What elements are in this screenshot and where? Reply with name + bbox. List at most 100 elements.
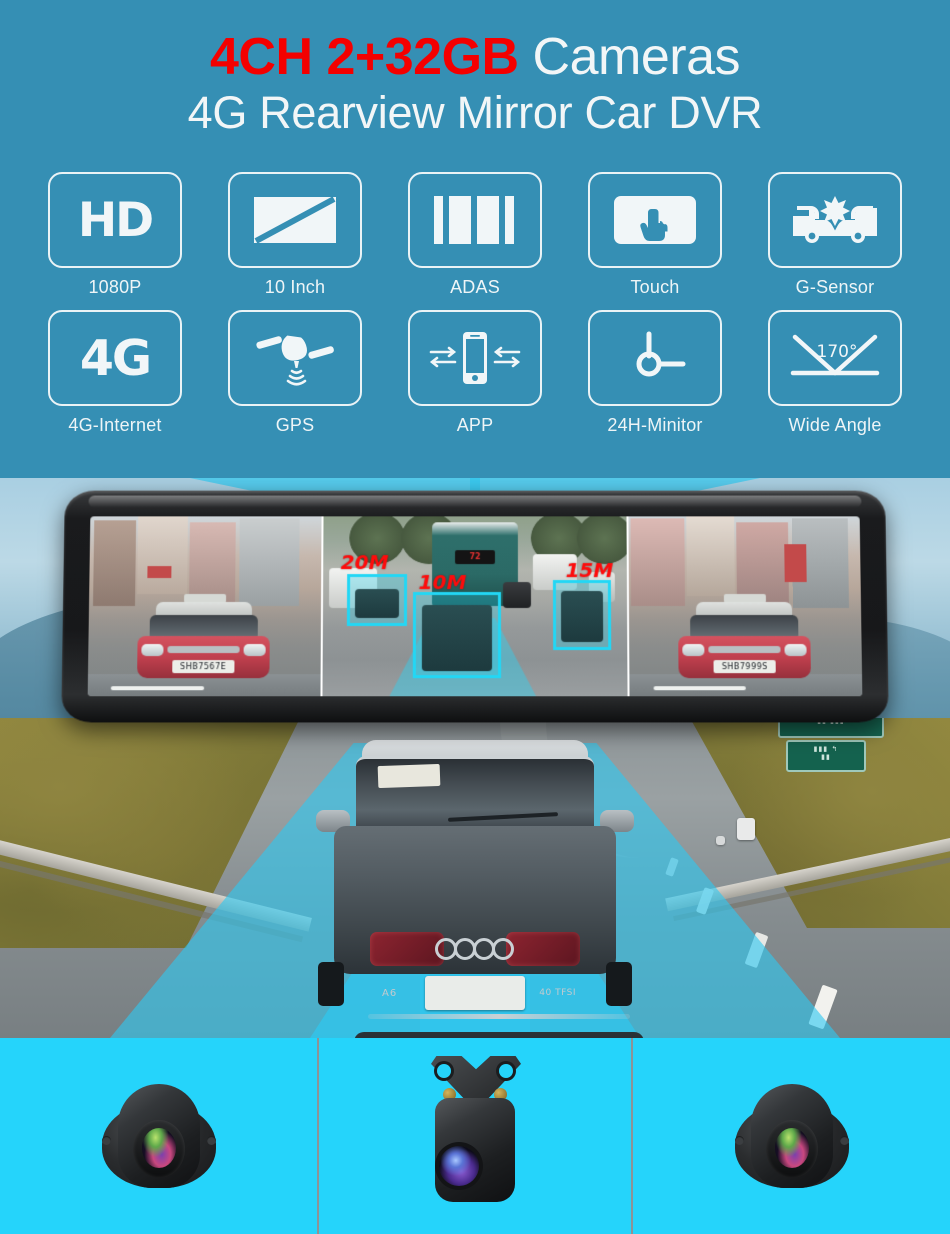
camera-housing [435,1098,515,1202]
touch-hand-icon [614,196,696,244]
grille [167,646,240,654]
headlight-right [784,644,807,657]
feature-label: Wide Angle [788,415,882,435]
feature-label: 24H-Minitor [607,415,703,435]
feature-icon-box: 4G [48,310,182,406]
feature-row-2: 4G 4G-Internet GPS APP 24H-Minitor 170° … [0,310,950,436]
bus-route-number: 72 [469,552,481,562]
satellite-icon [256,331,334,386]
highway-sign-lower: ▮▮▮ ↰ ▮▮ [786,740,866,772]
header-section: 4CH 2+32GB Cameras 4G Rearview Mirror Ca… [0,0,950,478]
feature-icon-box [408,310,542,406]
signage [784,544,808,583]
license-plate [425,976,525,1010]
wide-angle-value: 170° [817,342,858,362]
building [686,516,736,597]
rear-camera-with-bracket [415,1056,535,1216]
vehicle-model-badge: A6 [382,988,398,999]
adas-center-camera-view[interactable]: 72 20M 10M 15M [320,516,630,697]
right-side-camera-panel [633,1038,950,1234]
feature-grid: HD 1080P 10 Inch ADAS Touch G-Sensor 4G … [0,172,950,436]
camera-housing [750,1084,833,1188]
feature-icon-box [228,172,362,268]
vehicle-body: A6 40 TFSI [334,826,644,1038]
wheel-right [606,962,632,1006]
detection-box-20m [346,574,407,627]
mirror-and-road-section: ▮▮ ▮▮▮ ▮▮▮ ↰▮▮ [0,478,950,1038]
mount-screw-hole-left [101,1136,111,1145]
feature-item-touch: Touch [565,172,745,298]
camera-lens [141,1128,176,1168]
vehicle-audi-rear-view: A6 40 TFSI [310,740,644,1038]
right-side-camera [729,1076,855,1196]
bracket-hole-left [437,1064,451,1078]
mount-screw-hole-right [206,1136,216,1145]
adas-distance-label-20m: 20M [340,550,389,575]
feature-row-1: HD 1080P 10 Inch ADAS Touch G-Sensor [0,172,950,298]
headlight-right [243,644,266,657]
rear-camera-panel [317,1038,633,1234]
license-plate-right-view: SHB7999S [713,660,776,674]
detection-box-15m [553,580,612,651]
rearview-mirror-dvr-device: SHB7567E 72 20M 10M 15M SHB7999S [61,490,889,723]
distant-vehicle [716,836,725,845]
hd-icon: HD [77,192,154,248]
camera-housing [117,1084,200,1188]
tracked-vehicle [421,605,492,672]
feature-item-10inch: 10 Inch [205,172,385,298]
feature-label: 1080P [88,277,142,297]
feature-icon-box [228,310,362,406]
page-title-line-1: 4CH 2+32GB Cameras [0,30,950,85]
feature-label: G-Sensor [795,277,875,297]
feature-label: Touch [630,277,680,297]
left-side-camera [96,1076,222,1196]
building [630,518,686,606]
headlight-left [141,644,164,657]
clock-icon [636,331,686,377]
page-title-line-2: 4G Rearview Mirror Car DVR [187,86,763,138]
vehicle-engine-badge: 40 TFSI [539,988,576,998]
bracket-hole-right [499,1064,513,1078]
building [189,522,236,603]
building [93,520,137,606]
feature-icon-box [588,172,722,268]
title-rest: Cameras [532,28,741,86]
rear-bumper [354,1032,644,1038]
feature-icon-box [768,172,902,268]
mirror-display-screen[interactable]: SHB7567E 72 20M 10M 15M SHB7999S [87,516,863,697]
lens-barrel [132,1120,185,1178]
tracked-vehicle [561,591,604,643]
license-plate-left-view: SHB7567E [172,660,235,674]
highway-sign-text: ▮▮▮ ↰ ▮▮ [813,745,839,761]
feature-icon-box [588,310,722,406]
feature-icon-box: 170° [768,310,902,406]
front-right-camera-view[interactable]: SHB7999S [628,516,863,697]
building [137,516,189,595]
signage [147,566,172,579]
adas-lane-icon [434,196,514,244]
detection-box-10m [412,592,501,679]
collision-icon [793,196,877,243]
feature-item-gsensor: G-Sensor [745,172,925,298]
headlight-left [682,644,705,657]
feature-item-adas: ADAS [385,172,565,298]
bus-destination-display: 72 [455,550,495,565]
road-marking [110,686,204,691]
rear-windshield [356,756,594,832]
feature-item-wide-angle: 170° Wide Angle [745,310,925,436]
feature-label: GPS [275,415,315,435]
wide-angle-icon: 170° [790,334,880,376]
adas-distance-label-15m: 15M [565,558,614,583]
feature-item-24h-monitor: 24H-Minitor [565,310,745,436]
mount-screw-hole-left [734,1136,744,1145]
taillight-left [370,932,444,966]
building [239,518,300,606]
feature-icon-box [408,172,542,268]
feature-label: ADAS [450,277,500,297]
4g-icon: 4G [79,329,152,387]
front-left-camera-view[interactable]: SHB7567E [87,516,322,697]
feature-label: 10 Inch [264,277,326,297]
feature-label: 4G-Internet [68,415,162,435]
tracked-vehicle [354,589,399,618]
feature-item-app: APP [385,310,565,436]
